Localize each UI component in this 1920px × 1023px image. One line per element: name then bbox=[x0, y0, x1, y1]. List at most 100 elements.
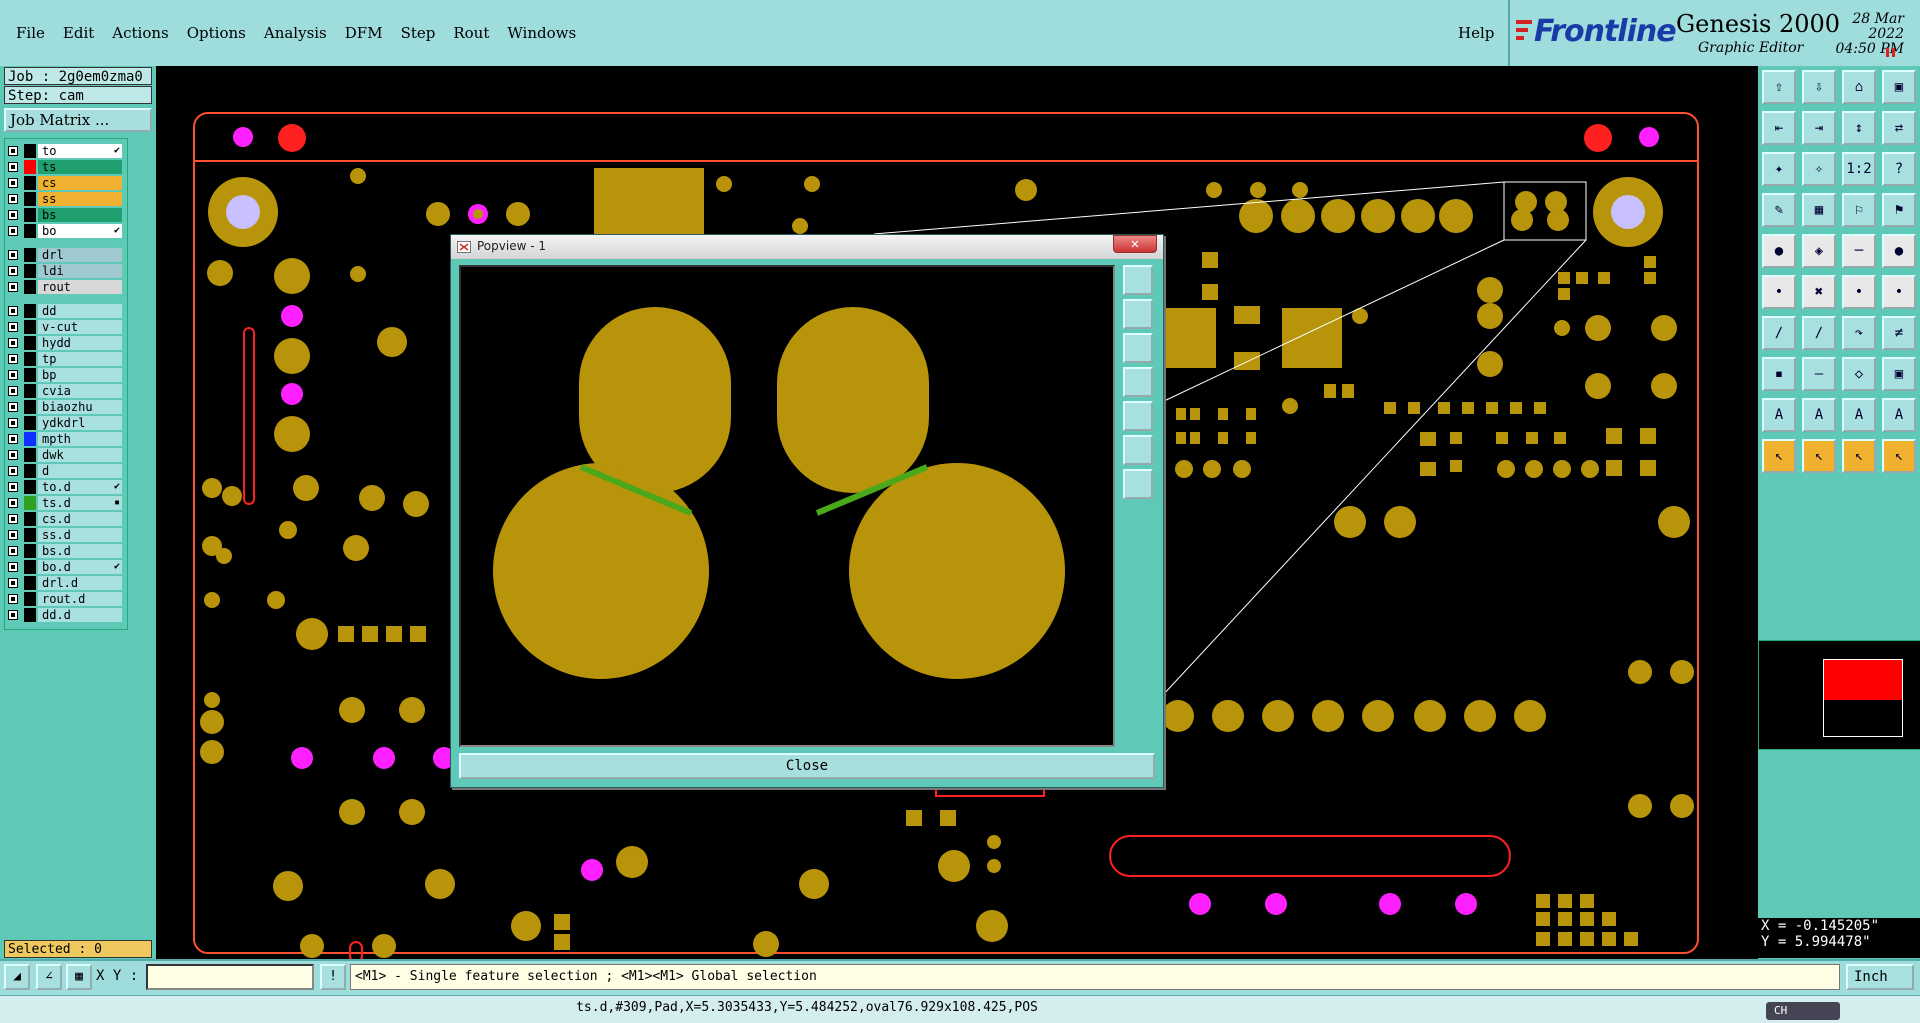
layer-row[interactable]: bs bbox=[6, 208, 122, 222]
toolbar-button-icon[interactable]: 1:2 bbox=[1842, 152, 1876, 186]
toolbar-button-icon[interactable]: ● bbox=[1762, 234, 1796, 268]
layer-checkbox[interactable] bbox=[8, 386, 18, 396]
units-select[interactable]: Inch bbox=[1846, 964, 1914, 990]
xy-input[interactable] bbox=[146, 964, 314, 990]
layer-row[interactable]: bo ✔ bbox=[6, 224, 122, 238]
toolbar-button-icon[interactable]: • bbox=[1842, 275, 1876, 309]
layer-checkbox[interactable] bbox=[8, 282, 18, 292]
toolbar-button-icon[interactable]: ⚑ bbox=[1882, 193, 1916, 227]
toolbar-button-icon[interactable]: A bbox=[1762, 398, 1796, 432]
toolbar-button-icon[interactable]: A bbox=[1882, 398, 1916, 432]
layer-color-swatch[interactable] bbox=[24, 464, 36, 478]
layer-color-swatch[interactable] bbox=[24, 608, 36, 622]
layer-name[interactable]: drl bbox=[38, 248, 122, 262]
layer-name[interactable]: bs bbox=[38, 208, 122, 222]
layer-checkbox[interactable] bbox=[8, 450, 18, 460]
layer-row[interactable]: cs.d bbox=[6, 512, 122, 526]
layer-color-swatch[interactable] bbox=[24, 576, 36, 590]
layer-checkbox[interactable] bbox=[8, 354, 18, 364]
layer-color-swatch[interactable] bbox=[24, 248, 36, 262]
toolbar-button-icon[interactable]: — bbox=[1802, 357, 1836, 391]
layer-name[interactable]: v-cut bbox=[38, 320, 122, 334]
layer-checkbox[interactable] bbox=[8, 178, 18, 188]
menu-actions[interactable]: Actions bbox=[110, 24, 170, 42]
layer-color-swatch[interactable] bbox=[24, 192, 36, 206]
layer-name[interactable]: ss.d bbox=[38, 528, 122, 542]
layer-row[interactable]: v-cut bbox=[6, 320, 122, 334]
popview-titlebar[interactable] bbox=[451, 235, 1163, 259]
layer-row[interactable]: rout.d bbox=[6, 592, 122, 606]
layer-checkbox[interactable] bbox=[8, 146, 18, 156]
layer-color-swatch[interactable] bbox=[24, 336, 36, 350]
layer-color-swatch[interactable] bbox=[24, 368, 36, 382]
layer-color-swatch[interactable] bbox=[24, 512, 36, 526]
layer-checkbox[interactable] bbox=[8, 210, 18, 220]
menu-windows[interactable]: Windows bbox=[505, 24, 578, 42]
layer-row[interactable]: bo.d ✔ bbox=[6, 560, 122, 574]
layer-color-swatch[interactable] bbox=[24, 352, 36, 366]
popview-graphic[interactable] bbox=[461, 267, 1113, 745]
layer-row[interactable]: d bbox=[6, 464, 122, 478]
toolbar-button-icon[interactable]: ✖ bbox=[1802, 275, 1836, 309]
layer-row[interactable]: ts bbox=[6, 160, 122, 174]
layer-name[interactable]: ydkdrl bbox=[38, 416, 122, 430]
layer-row[interactable]: rout bbox=[6, 280, 122, 294]
layer-name[interactable]: ts bbox=[38, 160, 122, 174]
layer-color-swatch[interactable] bbox=[24, 224, 36, 238]
layer-name[interactable]: to ✔ bbox=[38, 144, 122, 158]
job-matrix-button[interactable]: Job Matrix ... bbox=[4, 108, 152, 132]
layer-checkbox[interactable] bbox=[8, 370, 18, 380]
toolbar-button-icon[interactable]: ⚐ bbox=[1842, 193, 1876, 227]
toolbar-button-icon[interactable]: • bbox=[1882, 275, 1916, 309]
layer-row[interactable]: tp bbox=[6, 352, 122, 366]
zoom-out-icon[interactable] bbox=[1123, 469, 1153, 499]
layer-row[interactable]: ss.d bbox=[6, 528, 122, 542]
toolbar-button-icon[interactable]: • bbox=[1762, 275, 1796, 309]
layer-name[interactable]: biaozhu bbox=[38, 400, 122, 414]
layer-color-swatch[interactable] bbox=[24, 208, 36, 222]
toolbar-button-icon[interactable]: ✧ bbox=[1802, 152, 1836, 186]
toolbar-button-icon[interactable]: ↕ bbox=[1842, 111, 1876, 145]
layer-row[interactable]: cvia bbox=[6, 384, 122, 398]
layer-row[interactable]: ss bbox=[6, 192, 122, 206]
layer-checkbox[interactable] bbox=[8, 482, 18, 492]
toolbar-button-icon[interactable]: ↷ bbox=[1842, 316, 1876, 350]
layer-checkbox[interactable] bbox=[8, 546, 18, 556]
select-mode-icon[interactable]: ◢ bbox=[4, 964, 30, 990]
layer-checkbox[interactable] bbox=[8, 402, 18, 412]
measure-icon[interactable]: ∠ bbox=[36, 964, 62, 990]
layer-row[interactable]: to ✔ bbox=[6, 144, 122, 158]
layer-color-swatch[interactable] bbox=[24, 528, 36, 542]
layer-checkbox[interactable] bbox=[8, 530, 18, 540]
toolbar-button-icon[interactable]: ⇧ bbox=[1762, 70, 1796, 104]
toolbar-button-icon[interactable]: ↖ bbox=[1882, 439, 1916, 473]
popview-canvas[interactable] bbox=[459, 265, 1115, 747]
layer-row[interactable]: drl.d bbox=[6, 576, 122, 590]
layer-checkbox[interactable] bbox=[8, 594, 18, 604]
toolbar-button-icon[interactable]: ? bbox=[1882, 152, 1916, 186]
layer-color-swatch[interactable] bbox=[24, 560, 36, 574]
layer-color-swatch[interactable] bbox=[24, 176, 36, 190]
layer-checkbox[interactable] bbox=[8, 498, 18, 508]
menu-edit[interactable]: Edit bbox=[61, 24, 96, 42]
layer-checkbox[interactable] bbox=[8, 306, 18, 316]
toolbar-button-icon[interactable]: ∕ bbox=[1762, 316, 1796, 350]
toolbar-button-icon[interactable]: ⇩ bbox=[1802, 70, 1836, 104]
close-icon[interactable]: ✕ bbox=[1113, 235, 1157, 253]
zoom-in-icon[interactable] bbox=[1123, 435, 1153, 465]
toolbar-button-icon[interactable]: ✎ bbox=[1762, 193, 1796, 227]
menu-dfm[interactable]: DFM bbox=[343, 24, 385, 42]
layer-color-swatch[interactable] bbox=[24, 496, 36, 510]
layer-row[interactable]: to.d ✔ bbox=[6, 480, 122, 494]
layer-color-swatch[interactable] bbox=[24, 592, 36, 606]
pan-right-icon[interactable] bbox=[1123, 401, 1153, 431]
layer-row[interactable]: ts.d ▪ bbox=[6, 496, 122, 510]
zoom-fit-icon[interactable] bbox=[1123, 265, 1153, 295]
toolbar-button-icon[interactable]: ✦ bbox=[1762, 152, 1796, 186]
layer-name[interactable]: dd bbox=[38, 304, 122, 318]
layer-checkbox[interactable] bbox=[8, 322, 18, 332]
layer-row[interactable]: ydkdrl bbox=[6, 416, 122, 430]
toolbar-button-icon[interactable]: ⌂ bbox=[1842, 70, 1876, 104]
layer-name[interactable]: mpth bbox=[38, 432, 122, 446]
layer-name[interactable]: bo ✔ bbox=[38, 224, 122, 238]
